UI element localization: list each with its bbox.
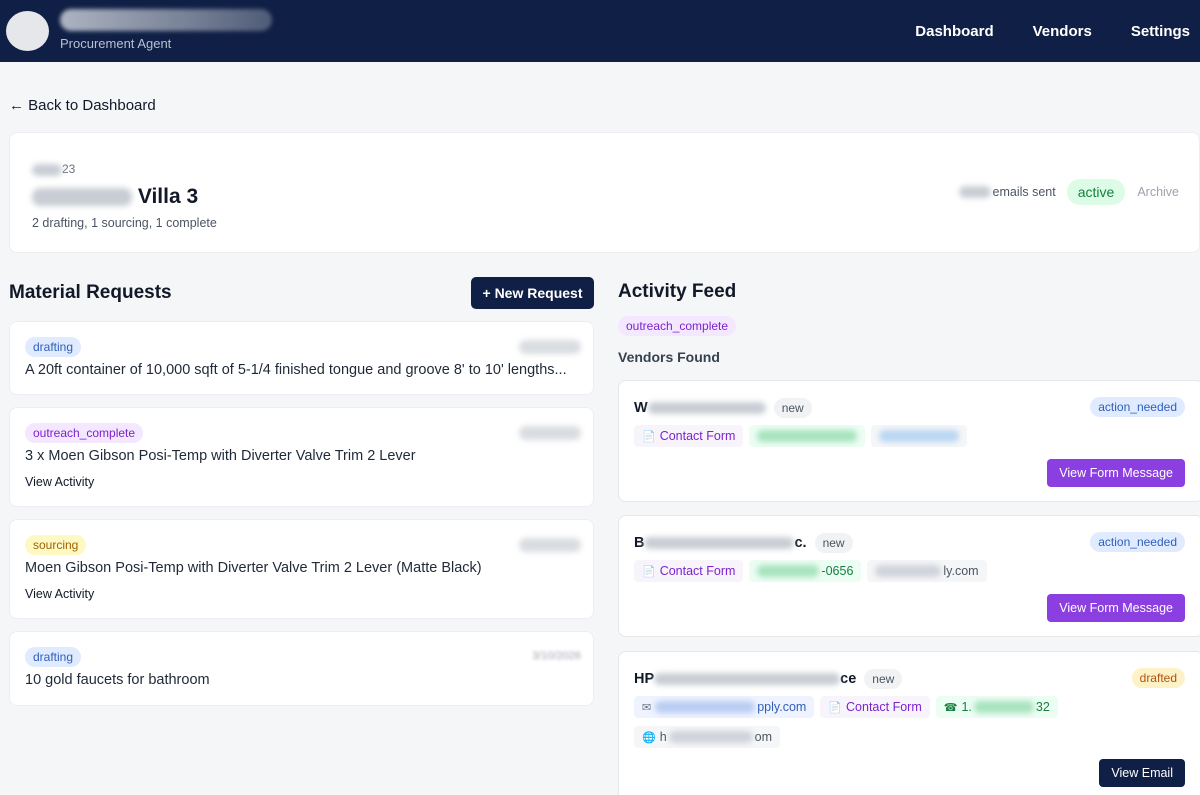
status-badge: outreach_complete — [618, 316, 737, 336]
request-description: Moen Gibson Posi-Temp with Diverter Valv… — [25, 560, 482, 576]
status-badge: drafting — [25, 647, 82, 667]
project-title: Villa 3 — [32, 185, 198, 209]
request-date: 3/10/2026 — [532, 650, 581, 662]
request-description: 3 x Moen Gibson Posi-Temp with Diverter … — [25, 448, 416, 464]
request-description: 10 gold faucets for bathroom — [25, 672, 210, 688]
request-card[interactable]: sourcing Moen Gibson Posi-Temp with Dive… — [9, 519, 594, 619]
nav-dashboard[interactable]: Dashboard — [915, 23, 993, 40]
website-link[interactable]: ly.com — [867, 560, 987, 582]
new-request-button[interactable]: + New Request — [471, 277, 594, 309]
vendor-card: HP ce new drafted ✉ pply.com 📄 Contact For… — [618, 651, 1200, 795]
status-badge: outreach_complete — [25, 423, 144, 443]
website-link[interactable] — [871, 425, 968, 447]
redacted-text — [654, 673, 841, 685]
vendor-contacts: 📄 Contact Form -0656 ly.com — [634, 560, 1154, 590]
email-icon: ✉ — [642, 701, 652, 714]
phone-link[interactable]: ☎ 1. 32 — [935, 696, 1058, 718]
redacted-date — [519, 426, 581, 440]
vendor-name: HP ce new — [634, 669, 903, 689]
vendor-tag: new — [864, 669, 903, 689]
request-description: A 20ft container of 10,000 sqft of 5-1/4… — [25, 362, 567, 378]
view-form-message-button[interactable]: View Form Message — [1047, 594, 1185, 622]
vendor-name: W new — [634, 398, 812, 418]
email-link[interactable]: ✉ pply.com — [634, 696, 815, 718]
request-card[interactable]: outreach_complete 3 x Moen Gibson Posi-T… — [9, 407, 594, 507]
project-summary: 2 drafting, 1 sourcing, 1 complete — [32, 216, 217, 230]
top-navbar: Procurement Agent Dashboard Vendors Sett… — [0, 0, 1200, 62]
project-card: 23 Villa 3 2 drafting, 1 sourcing, 1 com… — [9, 132, 1200, 253]
website-link[interactable]: 🌐 h om — [634, 726, 781, 748]
globe-icon: 🌐 — [642, 731, 656, 744]
redacted-text — [958, 186, 991, 198]
status-badge: drafting — [25, 337, 82, 357]
nav-vendors[interactable]: Vendors — [1033, 23, 1092, 40]
status-badge: active — [1066, 179, 1126, 205]
phone-icon: ☎ — [943, 701, 958, 714]
view-activity-link[interactable]: View Activity — [25, 475, 94, 489]
view-activity-link[interactable]: View Activity — [25, 587, 94, 601]
status-badge: drafted — [1131, 668, 1185, 688]
redacted-text — [875, 565, 942, 577]
contact-form-link[interactable]: 📄 Contact Form — [820, 696, 930, 718]
vendors-found-heading: Vendors Found — [618, 349, 720, 365]
contact-form-link[interactable]: 📄 Contact Form — [634, 560, 744, 582]
vendor-card: B c. new action_needed 📄 Contact Form -06… — [618, 515, 1200, 637]
redacted-date — [519, 538, 581, 552]
redacted-text — [757, 430, 858, 442]
phone-link[interactable] — [749, 425, 866, 447]
redacted-text — [644, 537, 795, 549]
project-meta: emails sent active Archive — [958, 179, 1179, 205]
redacted-text — [655, 701, 756, 713]
status-badge: sourcing — [25, 535, 87, 555]
vendor-card: W new action_needed 📄 Contact Form View F… — [618, 380, 1200, 502]
status-badge: action_needed — [1090, 532, 1185, 552]
vendor-tag: new — [814, 533, 853, 553]
company-name-redacted — [60, 9, 272, 31]
request-card[interactable]: drafting 3/10/2026 10 gold faucets for b… — [9, 631, 594, 706]
activity-feed-heading: Activity Feed — [618, 281, 737, 302]
contact-form-link[interactable]: 📄 Contact Form — [634, 425, 744, 447]
redacted-text — [757, 565, 820, 577]
redacted-text — [668, 731, 753, 743]
brand-subtitle: Procurement Agent — [60, 36, 172, 51]
project-code: 23 — [32, 162, 75, 176]
material-requests-heading: Material Requests — [9, 282, 172, 303]
vendor-contacts: 📄 Contact Form — [634, 425, 1154, 455]
vendor-contacts: ✉ pply.com 📄 Contact Form ☎ 1. 32 🌐 h om — [634, 696, 1154, 756]
document-icon: 📄 — [828, 701, 843, 714]
back-to-dashboard-link[interactable]: ← Back to Dashboard — [9, 97, 156, 114]
redacted-text — [32, 188, 132, 207]
phone-link[interactable]: -0656 — [749, 560, 862, 582]
main-nav: Dashboard Vendors Settings — [876, 0, 1190, 62]
view-email-button[interactable]: View Email — [1099, 759, 1185, 787]
redacted-text — [973, 701, 1034, 713]
vendor-name: B c. new — [634, 533, 853, 553]
request-card[interactable]: drafting A 20ft container of 10,000 sqft… — [9, 321, 594, 395]
archive-button[interactable]: Archive — [1137, 185, 1179, 199]
activity-status: outreach_complete — [618, 316, 737, 336]
redacted-text — [32, 163, 62, 176]
redacted-text — [879, 430, 960, 442]
redacted-date — [519, 340, 581, 354]
document-icon: 📄 — [642, 565, 656, 578]
company-logo — [6, 11, 49, 51]
status-badge: action_needed — [1090, 397, 1185, 417]
vendor-tag: new — [773, 398, 812, 418]
redacted-text — [647, 402, 766, 414]
view-form-message-button[interactable]: View Form Message — [1047, 459, 1185, 487]
nav-settings[interactable]: Settings — [1131, 23, 1190, 40]
emails-sent-count: emails sent — [992, 185, 1056, 199]
document-icon: 📄 — [642, 430, 656, 443]
